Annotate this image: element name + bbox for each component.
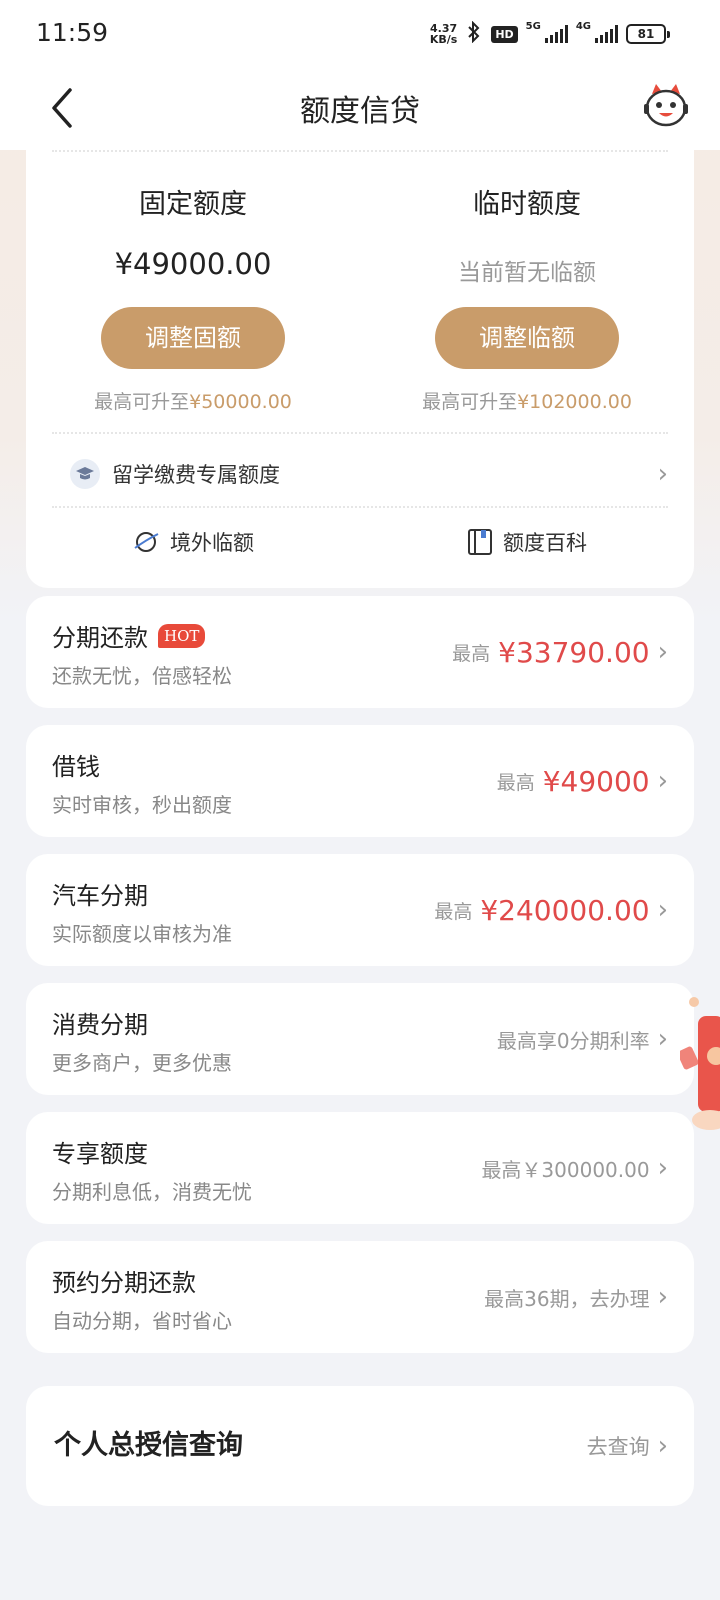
floating-red-envelope-button[interactable] [677, 996, 720, 1132]
product-desc: 更多商户，更多优惠 [52, 1051, 232, 1075]
quota-card: 固定额度 ¥49000.00 调整固额 最高可升至¥50000.00 临时额度 … [26, 150, 694, 588]
temp-quota-section: 临时额度 当前暂无临额 调整临额 最高可升至¥102000.00 [360, 176, 694, 414]
temp-quota-label: 临时额度 [473, 189, 581, 220]
chevron-right-icon: › [657, 459, 668, 489]
chevron-right-icon: › [657, 1153, 668, 1183]
credit-query-row[interactable]: 个人总授信查询 去查询 › [26, 1386, 694, 1506]
product-desc: 分期利息低，消费无忧 [52, 1180, 252, 1204]
fixed-quota-label: 固定额度 [139, 189, 247, 220]
network-4g-label: 4G [575, 21, 591, 32]
product-desc: 实际额度以审核为准 [52, 922, 232, 946]
fixed-quota-amount: ¥49000.00 [114, 247, 272, 281]
nav-bar: 额度信贷 [0, 66, 720, 150]
fixed-quota-section: 固定额度 ¥49000.00 调整固额 最高可升至¥50000.00 [26, 176, 360, 414]
adjust-fixed-quota-button[interactable]: 调整固额 [101, 307, 285, 369]
chevron-right-icon: › [657, 637, 668, 667]
product-row-exclusive-quota[interactable]: 专享额度 分期利息低，消费无忧 最高￥300000.00 › [26, 1112, 694, 1224]
chevron-right-icon: › [657, 1431, 668, 1461]
hot-badge: HOT [158, 623, 206, 648]
product-row-scheduled-installment[interactable]: 预约分期还款 自动分期，省时省心 最高36期，去办理 › [26, 1241, 694, 1353]
divider [52, 506, 668, 508]
study-abroad-quota-row[interactable]: 留学缴费专属额度 › [70, 454, 668, 494]
study-abroad-quota-label: 留学缴费专属额度 [112, 463, 280, 487]
max-prefix: 最高 [452, 642, 491, 665]
red-envelope-icon [677, 997, 720, 1130]
temp-quota-max: 最高可升至¥102000.00 [422, 391, 632, 413]
status-icons: 4.37 KB/s HD 5G 4G 81 [429, 20, 670, 47]
page-title: 额度信贷 [300, 94, 420, 129]
chevron-right-icon: › [657, 895, 668, 925]
divider [52, 150, 668, 152]
product-name: 消费分期 [52, 1011, 148, 1039]
chevron-right-icon: › [657, 1282, 668, 1312]
product-desc: 实时审核，秒出额度 [52, 793, 232, 817]
product-name: 专享额度 [52, 1140, 148, 1168]
signal-icon [544, 25, 568, 43]
chevron-right-icon: › [657, 766, 668, 796]
max-prefix: 最高 [496, 771, 535, 794]
divider [52, 432, 668, 434]
product-max-value: ¥49000 [542, 764, 650, 798]
battery-icon: 81 [626, 24, 670, 44]
chevron-right-icon: › [657, 1024, 668, 1054]
product-row-borrow[interactable]: 借钱 实时审核，秒出额度 最高 ¥49000 › [26, 725, 694, 837]
status-bar: 11:59 4.37 KB/s HD 5G 4G 81 [0, 0, 720, 66]
product-note: 最高享0分期利率 [496, 1028, 650, 1053]
temp-quota-status: 当前暂无临额 [458, 260, 596, 286]
planet-icon [134, 532, 159, 552]
product-name: 分期还款 [52, 624, 148, 652]
hd-badge: HD [491, 25, 518, 43]
product-row-car-installment[interactable]: 汽车分期 实际额度以审核为准 最高 ¥240000.00 › [26, 854, 694, 966]
product-row-installment-repayment[interactable]: 分期还款 HOT 还款无忧，倍感轻松 最高 ¥33790.00 › [26, 596, 694, 708]
network-5g-label: 5G [525, 21, 541, 32]
fixed-quota-max: 最高可升至¥50000.00 [94, 391, 292, 413]
quota-wiki-link[interactable]: 额度百科 [360, 520, 694, 564]
product-desc: 自动分期，省时省心 [52, 1309, 232, 1333]
product-note: 最高￥300000.00 [481, 1157, 650, 1182]
status-time: 11:59 [36, 18, 109, 47]
product-name: 预约分期还款 [52, 1269, 196, 1297]
book-icon [468, 529, 492, 555]
max-prefix: 最高 [434, 900, 473, 923]
signal-icon [595, 25, 618, 43]
credit-query-action: 去查询 [586, 1435, 650, 1459]
adjust-temp-quota-button[interactable]: 调整临额 [435, 307, 619, 369]
product-max-value: ¥33790.00 [498, 635, 650, 669]
credit-query-label: 个人总授信查询 [54, 1430, 243, 1461]
product-note: 最高36期，去办理 [484, 1286, 650, 1311]
quota-links: 境外临额 额度百科 [26, 520, 694, 564]
product-max-value: ¥240000.00 [480, 893, 650, 927]
assistant-mascot-button[interactable] [642, 80, 690, 132]
bluetooth-icon [465, 20, 483, 47]
overseas-temp-quota-link[interactable]: 境外临额 [26, 520, 360, 564]
product-name: 借钱 [52, 753, 100, 781]
product-name: 汽车分期 [52, 882, 148, 910]
graduation-cap-icon [70, 459, 100, 489]
mascot-icon [644, 84, 688, 127]
product-row-consumer-installment[interactable]: 消费分期 更多商户，更多优惠 最高享0分期利率 › [26, 983, 694, 1095]
network-speed: 4.37 KB/s [429, 22, 458, 46]
product-desc: 还款无忧，倍感轻松 [52, 664, 232, 688]
